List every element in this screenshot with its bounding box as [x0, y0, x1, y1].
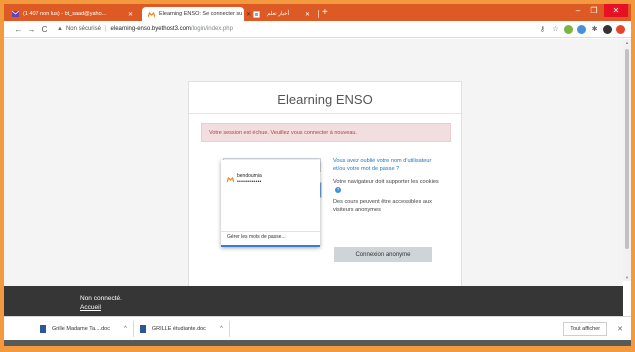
tab-elearning[interactable]: Elearning ENSO: Se connecter su ✕ [142, 7, 251, 21]
reload-icon[interactable]: C [38, 25, 51, 34]
word-document-icon [40, 324, 46, 333]
screen: (1 407 non lus) - bt_saad@yaho... ✕ Elea… [4, 4, 631, 346]
alert-text: Votre session est échue. Veuillez vous c… [209, 129, 357, 136]
address-toolbar: ← → C ▲ Non sécurisé | elearning-enso.by… [4, 21, 631, 38]
url-separator: | [104, 26, 107, 32]
mail-icon [12, 11, 19, 18]
card-divider [189, 113, 461, 114]
cookies-note: Votre navigateur doit supporter les cook… [333, 178, 443, 194]
tab-label: (1 407 non lus) - bt_saad@yaho... [23, 11, 107, 17]
help-column: Vous avez oublié votre nom d'utilisateur… [333, 157, 443, 214]
close-tab-icon[interactable]: ✕ [124, 11, 133, 18]
download-name: GRILLE étudiante.doc [151, 325, 206, 332]
key-icon[interactable]: ⚷ [536, 24, 549, 34]
help-icon[interactable]: ? [335, 186, 341, 193]
url-bar[interactable]: ▲ Non sécurisé | elearning-enso.byethost… [57, 23, 233, 35]
minimize-icon[interactable]: – [571, 4, 585, 17]
tab-blank[interactable] [247, 7, 261, 21]
tab-label: أخبار تعلم [267, 11, 290, 17]
extension-green-icon[interactable] [564, 24, 573, 34]
tab-separator [318, 10, 319, 18]
word-document-icon [139, 324, 146, 333]
maximize-icon[interactable]: ❐ [587, 4, 601, 17]
tab-strip: (1 407 non lus) - bt_saad@yaho... ✕ Elea… [4, 4, 631, 21]
saved-credential[interactable]: bendoumia •••••••••••• [221, 168, 320, 190]
profile-avatar-icon[interactable] [603, 24, 612, 34]
guest-login-button[interactable]: Connexion anonyme [334, 247, 432, 262]
page-scrollbar[interactable]: ▲ ▼ [623, 39, 631, 281]
chevron-up-icon[interactable]: ^ [124, 326, 127, 332]
url-path: /login/index.php [190, 26, 233, 32]
scroll-up-icon[interactable]: ▲ [624, 40, 630, 45]
moodle-icon [148, 11, 155, 18]
bottom-strip [4, 340, 631, 346]
moodle-icon [226, 175, 234, 183]
cookies-note-text: Votre navigateur doit supporter les cook… [333, 179, 439, 185]
toolbar-icons: ⚷ ☆ ✱ [536, 24, 631, 34]
chevron-up-icon[interactable]: ^ [220, 326, 223, 332]
tab-arabic[interactable]: أخبار تعلم ✕ [261, 7, 316, 21]
site-title: Elearning ENSO [277, 92, 373, 107]
credential-text: bendoumia •••••••••••• [237, 173, 262, 185]
guest-note: Des cours peuvent être accessibles aux v… [333, 199, 432, 213]
download-item[interactable]: GRILLE étudiante.doc ^ [134, 320, 230, 337]
window-close-icon[interactable]: ✕ [604, 4, 628, 17]
extension-blue-icon[interactable] [577, 24, 586, 34]
forward-icon[interactable]: → [25, 25, 38, 34]
manage-passwords-item[interactable]: Gérer les mots de passe... [227, 234, 286, 240]
page-footer: Non connecté. Accueil [4, 286, 623, 316]
password-autofill-dropdown: bendoumia •••••••••••• Gérer les mots de… [221, 160, 320, 247]
back-icon[interactable]: ← [12, 25, 25, 34]
close-downloads-icon[interactable]: ✕ [617, 325, 623, 333]
tab-label: Elearning ENSO: Se connecter su [159, 11, 243, 17]
star-icon[interactable]: ☆ [549, 24, 562, 34]
scroll-thumb[interactable] [625, 49, 629, 249]
url-host: elearning-enso.byethost3.com [110, 26, 191, 32]
download-name: Grille Madame Ta....doc [52, 325, 110, 332]
new-tab-button[interactable]: + [322, 7, 328, 18]
download-item[interactable]: Grille Madame Ta....doc ^ [34, 320, 134, 337]
puzzle-icon[interactable]: ✱ [588, 24, 601, 34]
downloads-bar: Grille Madame Ta....doc ^ GRILLE étudian… [4, 316, 631, 340]
show-all-button[interactable]: Tout afficher [563, 321, 608, 336]
page-icon [253, 10, 260, 18]
scroll-down-icon[interactable]: ▼ [624, 275, 630, 280]
login-status: Non connecté. [80, 295, 122, 302]
forgot-password-link[interactable]: Vous avez oublié votre nom d'utilisateur… [333, 157, 443, 173]
home-link[interactable]: Accueil [80, 304, 101, 311]
close-tab-icon[interactable]: ✕ [301, 11, 310, 18]
autofill-focus-bar [221, 245, 320, 247]
tab-mail[interactable]: (1 407 non lus) - bt_saad@yaho... ✕ [6, 7, 139, 21]
saved-password-mask: •••••••••••• [237, 179, 262, 185]
session-expired-alert: Votre session est échue. Veuillez vous c… [201, 123, 451, 142]
update-menu-icon[interactable] [616, 24, 625, 34]
warning-icon: ▲ [57, 26, 63, 32]
security-label: Non sécurisé [65, 26, 101, 32]
autofill-divider [221, 231, 320, 232]
